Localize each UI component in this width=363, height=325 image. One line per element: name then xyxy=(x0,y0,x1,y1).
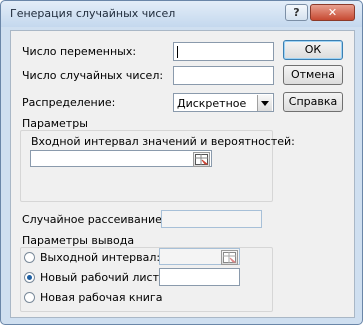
distribution-value: Дискретное xyxy=(177,97,247,110)
new-worksheet-radio[interactable] xyxy=(24,272,35,283)
close-icon: ✕ xyxy=(327,6,338,19)
output-range-select-button[interactable] xyxy=(221,250,238,265)
dialog-window: Генерация случайных чисел ? ✕ Число пере… xyxy=(0,0,363,325)
new-worksheet-name-input[interactable] xyxy=(159,268,240,286)
num-random-input[interactable] xyxy=(173,66,274,85)
input-range-field[interactable] xyxy=(30,150,212,167)
new-workbook-label: Новая рабочая книга xyxy=(40,291,163,304)
help-button[interactable]: Справка xyxy=(283,92,343,112)
output-range-label: Выходной интервал: xyxy=(40,251,161,264)
ok-button[interactable]: ОК xyxy=(283,40,343,60)
num-variables-label: Число переменных: xyxy=(22,45,137,58)
distribution-label: Распределение: xyxy=(22,96,116,109)
range-select-button[interactable] xyxy=(193,152,210,167)
input-range-label: Входной интервал значений и вероятностей… xyxy=(31,135,295,148)
new-worksheet-label: Новый рабочий лист: xyxy=(40,271,163,284)
range-select-icon xyxy=(223,252,236,263)
cancel-button[interactable]: Отмена xyxy=(283,65,343,85)
new-workbook-radio[interactable] xyxy=(24,292,35,303)
dialog-title: Генерация случайных чисел xyxy=(10,7,176,20)
random-seed-label: Случайное рассеивание: xyxy=(22,213,166,226)
num-variables-input[interactable] xyxy=(173,42,274,61)
text-caret xyxy=(177,46,178,58)
range-select-icon xyxy=(195,154,208,165)
output-range-field[interactable] xyxy=(159,248,240,265)
parameters-group-label: Параметры xyxy=(22,117,88,130)
title-bar: Генерация случайных чисел ? ✕ xyxy=(1,1,362,27)
close-button[interactable]: ✕ xyxy=(310,4,355,21)
chevron-down-icon[interactable] xyxy=(257,95,272,111)
distribution-select[interactable]: Дискретное xyxy=(173,93,274,112)
dialog-body: Число переменных: Число случайных чисел:… xyxy=(10,30,355,318)
num-random-label: Число случайных чисел: xyxy=(22,69,164,82)
output-group-label: Параметры вывода xyxy=(22,234,135,247)
help-title-button[interactable]: ? xyxy=(285,4,308,21)
random-seed-input[interactable] xyxy=(161,210,262,228)
output-range-radio[interactable] xyxy=(24,252,35,263)
